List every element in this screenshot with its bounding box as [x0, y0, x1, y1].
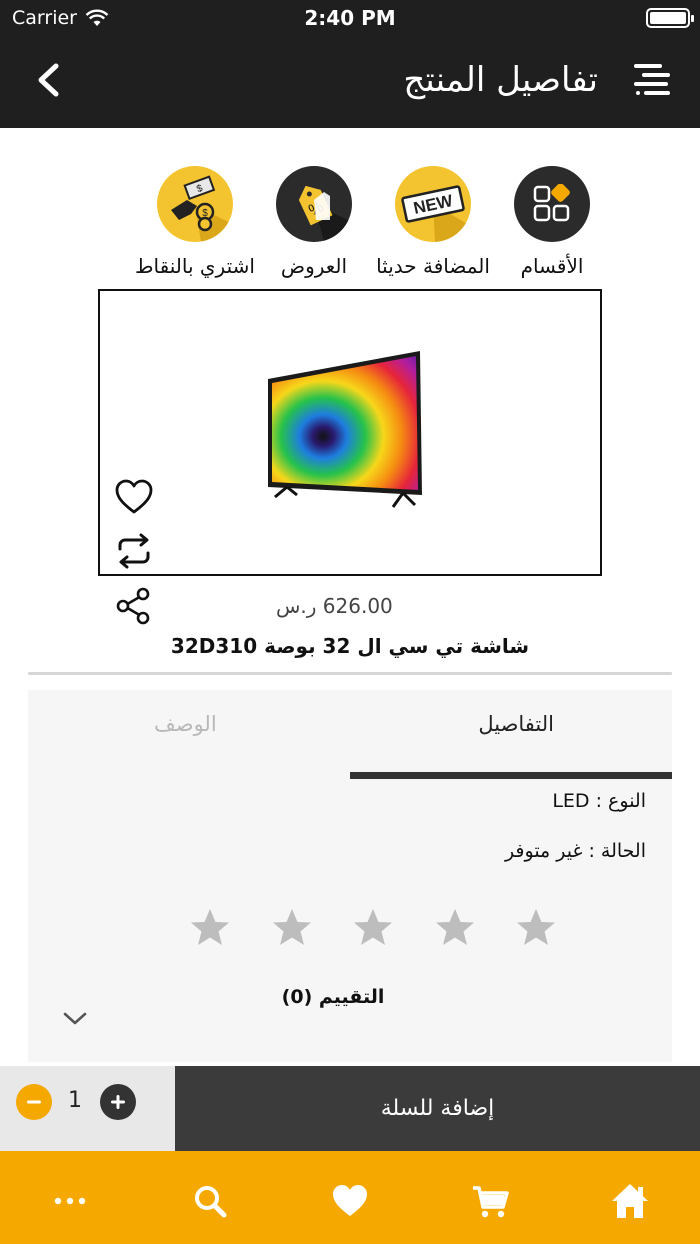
chevron-left-icon — [38, 63, 59, 97]
spec-status: الحالة : غير متوفر — [504, 840, 646, 862]
bottom-tab-bar — [0, 1151, 700, 1244]
tab-search[interactable] — [190, 1181, 230, 1221]
star-icon[interactable] — [270, 906, 314, 950]
rating-stars — [188, 906, 558, 950]
active-tab-indicator — [350, 772, 672, 779]
minus-icon — [27, 1100, 41, 1104]
more-dots-icon — [54, 1197, 86, 1205]
menu-button[interactable] — [630, 60, 674, 104]
product-price: 626.00 ر.س — [276, 594, 393, 618]
quick-link-new-arrivals[interactable]: NEW المضافة حديثا — [373, 166, 493, 278]
tab-cart[interactable] — [470, 1181, 510, 1221]
quick-link-buy-with-points[interactable]: $ $ اشتري بالنقاط — [135, 166, 255, 278]
coins-hand-icon: $ $ — [157, 166, 233, 242]
new-badge-icon: NEW — [395, 166, 471, 242]
tab-favorites[interactable] — [330, 1181, 370, 1221]
status-bar: Carrier 2:40 PM — [0, 0, 700, 36]
quick-link-label: العروض — [280, 254, 348, 278]
favorite-button[interactable] — [114, 477, 154, 517]
back-button[interactable] — [26, 58, 70, 102]
quick-link-label: اشتري بالنقاط — [135, 254, 255, 278]
spec-type: النوع : LED — [552, 790, 646, 812]
chevron-down-icon — [63, 1012, 87, 1025]
heart-outline-icon — [115, 479, 153, 514]
share-button[interactable] — [114, 586, 154, 626]
quick-link-label: المضافة حديثا — [376, 254, 490, 278]
top-app-bar: Carrier 2:40 PM تفاصيل المنتج — [0, 0, 700, 128]
heart-icon — [333, 1185, 367, 1216]
home-icon — [612, 1184, 648, 1218]
status-time: 2:40 PM — [304, 6, 396, 30]
decrease-quantity-button[interactable] — [16, 1084, 52, 1120]
plus-icon — [111, 1095, 125, 1109]
divider — [28, 672, 672, 675]
star-icon[interactable] — [433, 906, 477, 950]
quantity-value: 1 — [68, 1088, 82, 1113]
tab-details[interactable]: التفاصيل — [478, 712, 554, 736]
product-name: شاشة تي سي ال 32 بوصة 32D310 — [170, 634, 530, 658]
details-panel: التفاصيل الوصف النوع : LED الحالة : غير … — [28, 690, 672, 1062]
tab-description[interactable]: الوصف — [154, 712, 217, 736]
product-details-screen: Carrier 2:40 PM تفاصيل المنتج الأقسام NE… — [0, 0, 700, 1244]
star-icon[interactable] — [514, 906, 558, 950]
search-icon — [195, 1186, 227, 1218]
star-icon[interactable] — [351, 906, 395, 950]
rating-label: التقييم (0) — [281, 986, 385, 1008]
cart-icon — [473, 1186, 509, 1218]
compare-button[interactable] — [114, 531, 154, 571]
quick-link-offers[interactable]: % العروض — [254, 166, 374, 278]
battery-icon — [646, 8, 694, 28]
page-title: تفاصيل المنتج — [403, 60, 598, 100]
tab-home[interactable] — [610, 1181, 650, 1221]
share-icon — [116, 587, 150, 625]
star-icon[interactable] — [188, 906, 232, 950]
quick-links: الأقسام NEW المضافة حديثا العروض $ $ اشت… — [120, 166, 600, 286]
product-image-box — [98, 289, 602, 576]
quantity-stepper: 1 — [0, 1066, 175, 1151]
quick-link-categories[interactable]: الأقسام — [492, 166, 612, 278]
repeat-icon — [118, 533, 150, 569]
add-to-cart-button[interactable]: إضافة للسلة — [175, 1066, 700, 1151]
discount-tag-icon: % — [276, 166, 352, 242]
categories-icon — [514, 166, 590, 242]
tab-more[interactable] — [50, 1181, 90, 1221]
product-image[interactable] — [265, 349, 425, 513]
expand-button[interactable] — [60, 1006, 90, 1030]
add-to-cart-label: إضافة للسلة — [380, 1096, 495, 1121]
increase-quantity-button[interactable] — [100, 1084, 136, 1120]
quick-link-label: الأقسام — [520, 254, 584, 278]
menu-icon — [634, 64, 670, 95]
